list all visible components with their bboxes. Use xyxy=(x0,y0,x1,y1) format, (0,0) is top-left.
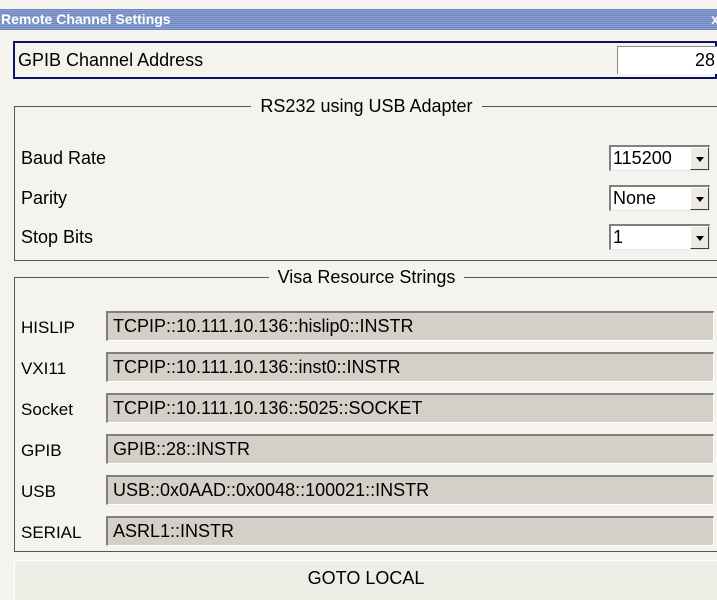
rs232-group: RS232 using USB Adapter Baud Rate 115200… xyxy=(14,96,717,261)
socket-label: Socket xyxy=(21,400,73,419)
serial-resource-field[interactable]: ASRL1::INSTR xyxy=(106,516,714,546)
parity-label: Parity xyxy=(21,188,68,208)
visa-group-title: Visa Resource Strings xyxy=(15,264,717,290)
gpib-channel-address-input[interactable]: 28 xyxy=(617,46,717,74)
usb-resource-field[interactable]: USB::0x0AAD::0x0048::100021::INSTR xyxy=(106,475,714,505)
visa-resource-strings-group: Visa Resource Strings HISLIP TCPIP::10.1… xyxy=(14,267,717,552)
chevron-down-icon[interactable] xyxy=(690,226,709,249)
gpib-channel-address-label: GPIB Channel Address xyxy=(18,50,204,70)
baud-rate-value: 115200 xyxy=(613,148,672,168)
usb-label: USB xyxy=(21,482,56,501)
close-icon[interactable]: x xyxy=(711,9,717,30)
parity-select[interactable]: None xyxy=(609,185,710,211)
chevron-down-icon[interactable] xyxy=(690,187,709,210)
hislip-resource-field[interactable]: TCPIP::10.111.10.136::hislip0::INSTR xyxy=(106,311,714,341)
chevron-down-icon[interactable] xyxy=(690,147,709,170)
stop-bits-select[interactable]: 1 xyxy=(609,224,710,250)
baud-rate-select[interactable]: 115200 xyxy=(609,145,710,171)
gpib-channel-address-row: GPIB Channel Address 28 xyxy=(13,41,717,79)
goto-local-button[interactable]: GOTO LOCAL xyxy=(14,560,717,600)
stop-bits-label: Stop Bits xyxy=(21,227,94,247)
vxi11-resource-field[interactable]: TCPIP::10.111.10.136::inst0::INSTR xyxy=(106,352,714,382)
socket-resource-field[interactable]: TCPIP::10.111.10.136::5025::SOCKET xyxy=(106,393,714,423)
gpib-label: GPIB xyxy=(21,441,62,460)
parity-value: None xyxy=(613,188,657,208)
vxi11-label: VXI11 xyxy=(21,359,67,378)
rs232-group-title: RS232 using USB Adapter xyxy=(15,93,717,119)
hislip-label: HISLIP xyxy=(21,318,75,337)
window-title: Remote Channel Settings xyxy=(1,11,171,27)
gpib-resource-field[interactable]: GPIB::28::INSTR xyxy=(106,434,714,464)
baud-rate-label: Baud Rate xyxy=(21,148,107,168)
window-titlebar: Remote Channel Settings x xyxy=(0,9,717,30)
serial-label: SERIAL xyxy=(21,523,82,542)
stop-bits-value: 1 xyxy=(613,227,624,247)
